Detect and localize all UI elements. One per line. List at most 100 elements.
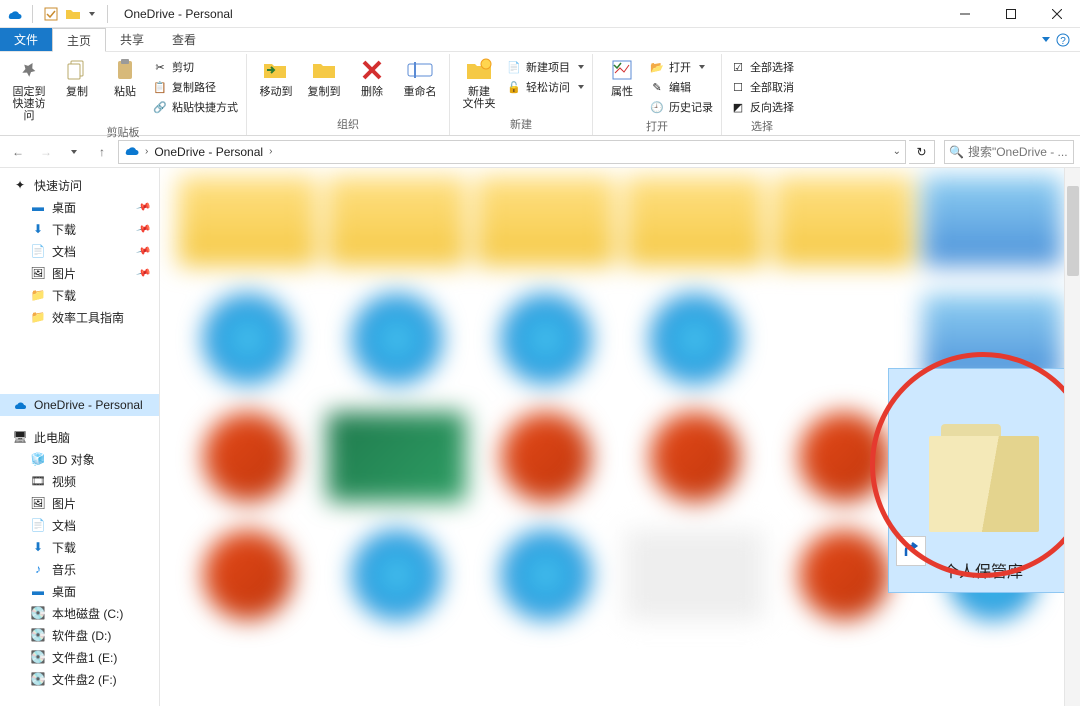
properties-button[interactable]: 属性 bbox=[601, 56, 643, 98]
tree-music[interactable]: ♪音乐 bbox=[0, 558, 159, 580]
tree-desktop-pc[interactable]: ▬桌面 bbox=[0, 580, 159, 602]
move-icon bbox=[262, 56, 290, 84]
paste-shortcut-button[interactable]: 🔗粘贴快捷方式 bbox=[152, 98, 238, 116]
chevron-down-icon bbox=[1042, 37, 1050, 42]
ribbon-help[interactable]: ? bbox=[1032, 28, 1080, 51]
tab-view[interactable]: 查看 bbox=[158, 28, 210, 51]
copy-to-button[interactable]: 复制到 bbox=[303, 56, 345, 98]
rename-icon bbox=[406, 56, 434, 84]
new-item-button[interactable]: 📄新建项目 bbox=[506, 58, 584, 76]
tree-downloads-pc[interactable]: ⬇下载 bbox=[0, 536, 159, 558]
paste-button[interactable]: 粘贴 bbox=[104, 56, 146, 98]
tree-pictures-pc[interactable]: 🖼图片 bbox=[0, 492, 159, 514]
drive-icon: 💽 bbox=[30, 627, 46, 643]
breadcrumb-root[interactable]: OneDrive - Personal bbox=[154, 145, 263, 159]
edit-button[interactable]: ✎编辑 bbox=[649, 78, 713, 96]
copy-button[interactable]: 复制 bbox=[56, 56, 98, 98]
minimize-button[interactable] bbox=[942, 0, 988, 28]
ribbon-group-new: 新建 文件夹 📄新建项目 🔓轻松访问 新建 bbox=[450, 54, 593, 135]
tree-downloads[interactable]: ⬇下载📌 bbox=[0, 218, 159, 240]
group-label: 打开 bbox=[646, 116, 668, 137]
up-button[interactable]: ↑ bbox=[90, 140, 114, 164]
maximize-button[interactable] bbox=[988, 0, 1034, 28]
ribbon-group-clipboard: 固定到 快速访问 复制 粘贴 ✂剪切 📋复制路径 🔗粘贴快捷方式 剪贴板 bbox=[0, 54, 247, 135]
easy-access-button[interactable]: 🔓轻松访问 bbox=[506, 78, 584, 96]
forward-button[interactable]: → bbox=[34, 140, 58, 164]
scroll-thumb[interactable] bbox=[1067, 186, 1079, 276]
pin-to-quick-access-button[interactable]: 固定到 快速访问 bbox=[8, 56, 50, 122]
scissors-icon: ✂ bbox=[152, 59, 168, 75]
tree-this-pc[interactable]: 🖥此电脑 bbox=[0, 426, 159, 448]
qat-dropdown-icon[interactable] bbox=[87, 6, 97, 22]
personal-vault-label: 个人保管库 bbox=[943, 558, 1023, 592]
music-icon: ♪ bbox=[30, 561, 46, 577]
back-button[interactable]: ← bbox=[6, 140, 30, 164]
open-icon: 📂 bbox=[649, 59, 665, 75]
ribbon: 固定到 快速访问 复制 粘贴 ✂剪切 📋复制路径 🔗粘贴快捷方式 剪贴板 移动到 bbox=[0, 52, 1080, 136]
folder-small-icon[interactable] bbox=[65, 6, 81, 22]
tree-efficiency[interactable]: 📁效率工具指南 bbox=[0, 306, 159, 328]
tree-quick-access[interactable]: ✦快速访问 bbox=[0, 174, 159, 196]
open-button[interactable]: 📂打开 bbox=[649, 58, 713, 76]
rename-button[interactable]: 重命名 bbox=[399, 56, 441, 98]
desktop-icon: ▬ bbox=[30, 583, 46, 599]
address-dropdown-icon[interactable]: ⌄ bbox=[893, 146, 901, 157]
tree-e-drive[interactable]: 💽文件盘1 (E:) bbox=[0, 646, 159, 668]
tree-downloads-alt[interactable]: 📁下载 bbox=[0, 284, 159, 306]
history-button[interactable]: 🕘历史记录 bbox=[649, 98, 713, 116]
search-box[interactable]: 🔍 bbox=[944, 140, 1074, 164]
select-all-button[interactable]: ☑全部选择 bbox=[730, 58, 794, 76]
picture-icon: 🖼 bbox=[30, 265, 46, 281]
tree-d-drive[interactable]: 💽软件盘 (D:) bbox=[0, 624, 159, 646]
tab-share[interactable]: 共享 bbox=[106, 28, 158, 51]
delete-button[interactable]: 删除 bbox=[351, 56, 393, 98]
refresh-button[interactable]: ↻ bbox=[909, 140, 935, 164]
tree-videos[interactable]: 🎞视频 bbox=[0, 470, 159, 492]
tab-file[interactable]: 文件 bbox=[0, 28, 52, 51]
close-button[interactable] bbox=[1034, 0, 1080, 28]
ribbon-tabs: 文件 主页 共享 查看 ? bbox=[0, 28, 1080, 52]
search-icon: 🔍 bbox=[949, 145, 964, 159]
file-pane[interactable]: 个人保管库 bbox=[160, 168, 1080, 706]
drive-icon: 💽 bbox=[30, 649, 46, 665]
new-folder-button[interactable]: 新建 文件夹 bbox=[458, 56, 500, 110]
properties-icon bbox=[608, 56, 636, 84]
ribbon-group-organize: 移动到 复制到 删除 重命名 组织 bbox=[247, 54, 450, 135]
copy-path-button[interactable]: 📋复制路径 bbox=[152, 78, 238, 96]
address-bar[interactable]: › OneDrive - Personal › ⌄ ↻ bbox=[118, 140, 906, 164]
shortcut-icon: 🔗 bbox=[152, 99, 168, 115]
chevron-right-icon[interactable]: › bbox=[145, 146, 148, 157]
help-icon: ? bbox=[1056, 33, 1070, 47]
tree-desktop[interactable]: ▬桌面📌 bbox=[0, 196, 159, 218]
tree-c-drive[interactable]: 💽本地磁盘 (C:) bbox=[0, 602, 159, 624]
new-item-icon: 📄 bbox=[506, 59, 522, 75]
folder-icon: 📁 bbox=[30, 309, 46, 325]
tree-3d-objects[interactable]: 🧊3D 对象 bbox=[0, 448, 159, 470]
document-icon: 📄 bbox=[30, 517, 46, 533]
invert-icon: ◩ bbox=[730, 99, 746, 115]
vertical-scrollbar[interactable] bbox=[1064, 168, 1080, 706]
download-icon: ⬇ bbox=[30, 221, 46, 237]
move-to-button[interactable]: 移动到 bbox=[255, 56, 297, 98]
invert-selection-button[interactable]: ◩反向选择 bbox=[730, 98, 794, 116]
tree-onedrive[interactable]: OneDrive - Personal bbox=[0, 394, 159, 416]
tree-documents-pc[interactable]: 📄文档 bbox=[0, 514, 159, 536]
folder-icon bbox=[923, 420, 1043, 540]
tree-blank-item[interactable] bbox=[0, 328, 159, 384]
nav-bar: ← → ↑ › OneDrive - Personal › ⌄ ↻ 🔍 bbox=[0, 136, 1080, 168]
chevron-right-icon[interactable]: › bbox=[269, 146, 272, 157]
search-input[interactable] bbox=[968, 145, 1069, 159]
pin-icon: 📌 bbox=[135, 265, 151, 281]
tree-pictures[interactable]: 🖼图片📌 bbox=[0, 262, 159, 284]
window-title: OneDrive - Personal bbox=[118, 7, 233, 21]
checkbox-icon[interactable] bbox=[43, 6, 59, 22]
cut-button[interactable]: ✂剪切 bbox=[152, 58, 238, 76]
tree-f-drive[interactable]: 💽文件盘2 (F:) bbox=[0, 668, 159, 690]
select-none-button[interactable]: ☐全部取消 bbox=[730, 78, 794, 96]
onedrive-cloud-icon bbox=[12, 397, 28, 413]
recent-locations-button[interactable] bbox=[62, 140, 86, 164]
tree-documents[interactable]: 📄文档📌 bbox=[0, 240, 159, 262]
star-icon: ✦ bbox=[12, 177, 28, 193]
history-icon: 🕘 bbox=[649, 99, 665, 115]
tab-home[interactable]: 主页 bbox=[52, 28, 106, 52]
